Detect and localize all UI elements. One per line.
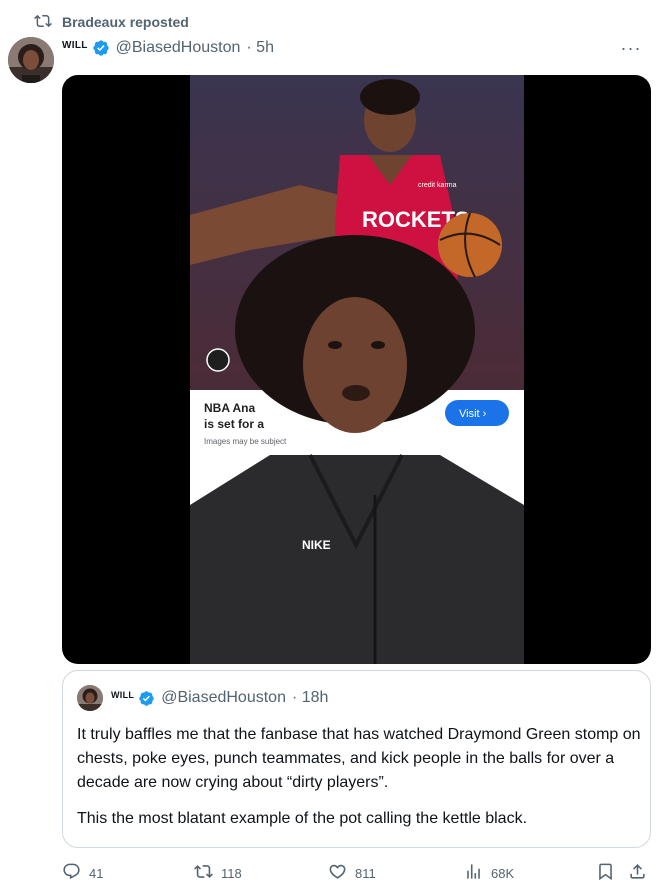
- ad-title-line2: is set for a: [204, 417, 264, 431]
- ad-subtitle: Images may be subject: [204, 437, 287, 446]
- quoted-post-header: WILL @BiasedHouston · 18h: [77, 685, 328, 711]
- more-options-button[interactable]: ···: [618, 38, 644, 58]
- like-button[interactable]: 811: [328, 862, 376, 884]
- quoted-verified-badge-icon: [138, 690, 155, 707]
- quoted-author-avatar: [77, 685, 103, 711]
- repost-label: Bradeaux reposted: [62, 14, 189, 30]
- quoted-author-name: WILL: [111, 690, 135, 700]
- quoted-paragraph-2: This the most blatant example of the pot…: [77, 810, 528, 827]
- quoted-author-handle: @BiasedHouston: [161, 689, 286, 706]
- action-bar: 41 118 811 68K: [62, 862, 652, 886]
- bookmark-button[interactable]: [596, 862, 615, 884]
- share-button[interactable]: [628, 862, 647, 884]
- quoted-post[interactable]: WILL @BiasedHouston · 18h It truly baffl…: [62, 670, 651, 848]
- reply-icon: [62, 862, 81, 884]
- post-header: WILL @BiasedHouston · 5h: [62, 36, 274, 60]
- bookmark-icon: [596, 862, 615, 884]
- visit-button-label: Visit ›: [459, 408, 487, 420]
- repost-count: 118: [221, 865, 242, 881]
- reply-count: 41: [89, 865, 104, 881]
- verified-badge-icon: [92, 39, 110, 57]
- reply-button[interactable]: 41: [62, 862, 103, 884]
- quoted-post-text: It truly baffles me that the fanbase tha…: [77, 723, 642, 831]
- repost-button[interactable]: 118: [194, 862, 242, 884]
- repost-icon: [34, 12, 52, 33]
- ad-title-line1: NBA Ana: [204, 401, 255, 415]
- repost-indicator[interactable]: Bradeaux reposted: [34, 12, 189, 32]
- author-name[interactable]: WILL: [62, 40, 88, 51]
- author-handle[interactable]: @BiasedHouston: [116, 39, 241, 57]
- analytics-icon: [464, 862, 483, 884]
- post-time[interactable]: · 5h: [246, 39, 274, 57]
- repost-icon: [194, 862, 213, 884]
- post-video[interactable]: ROCKETS credit karma NBA Ana is set for …: [62, 75, 651, 664]
- quoted-post-time: · 18h: [291, 689, 329, 706]
- like-count: 811: [355, 865, 376, 881]
- video-frame: ROCKETS credit karma NBA Ana is set for …: [190, 75, 524, 664]
- hoodie-logo: NIKE: [302, 538, 331, 552]
- jersey-sponsor: credit karma: [418, 182, 457, 189]
- views-button[interactable]: 68K: [464, 862, 514, 884]
- quoted-paragraph-1: It truly baffles me that the fanbase tha…: [77, 726, 641, 791]
- views-count: 68K: [491, 865, 515, 881]
- heart-icon: [328, 862, 347, 884]
- author-avatar[interactable]: [8, 37, 54, 83]
- share-icon: [628, 862, 647, 884]
